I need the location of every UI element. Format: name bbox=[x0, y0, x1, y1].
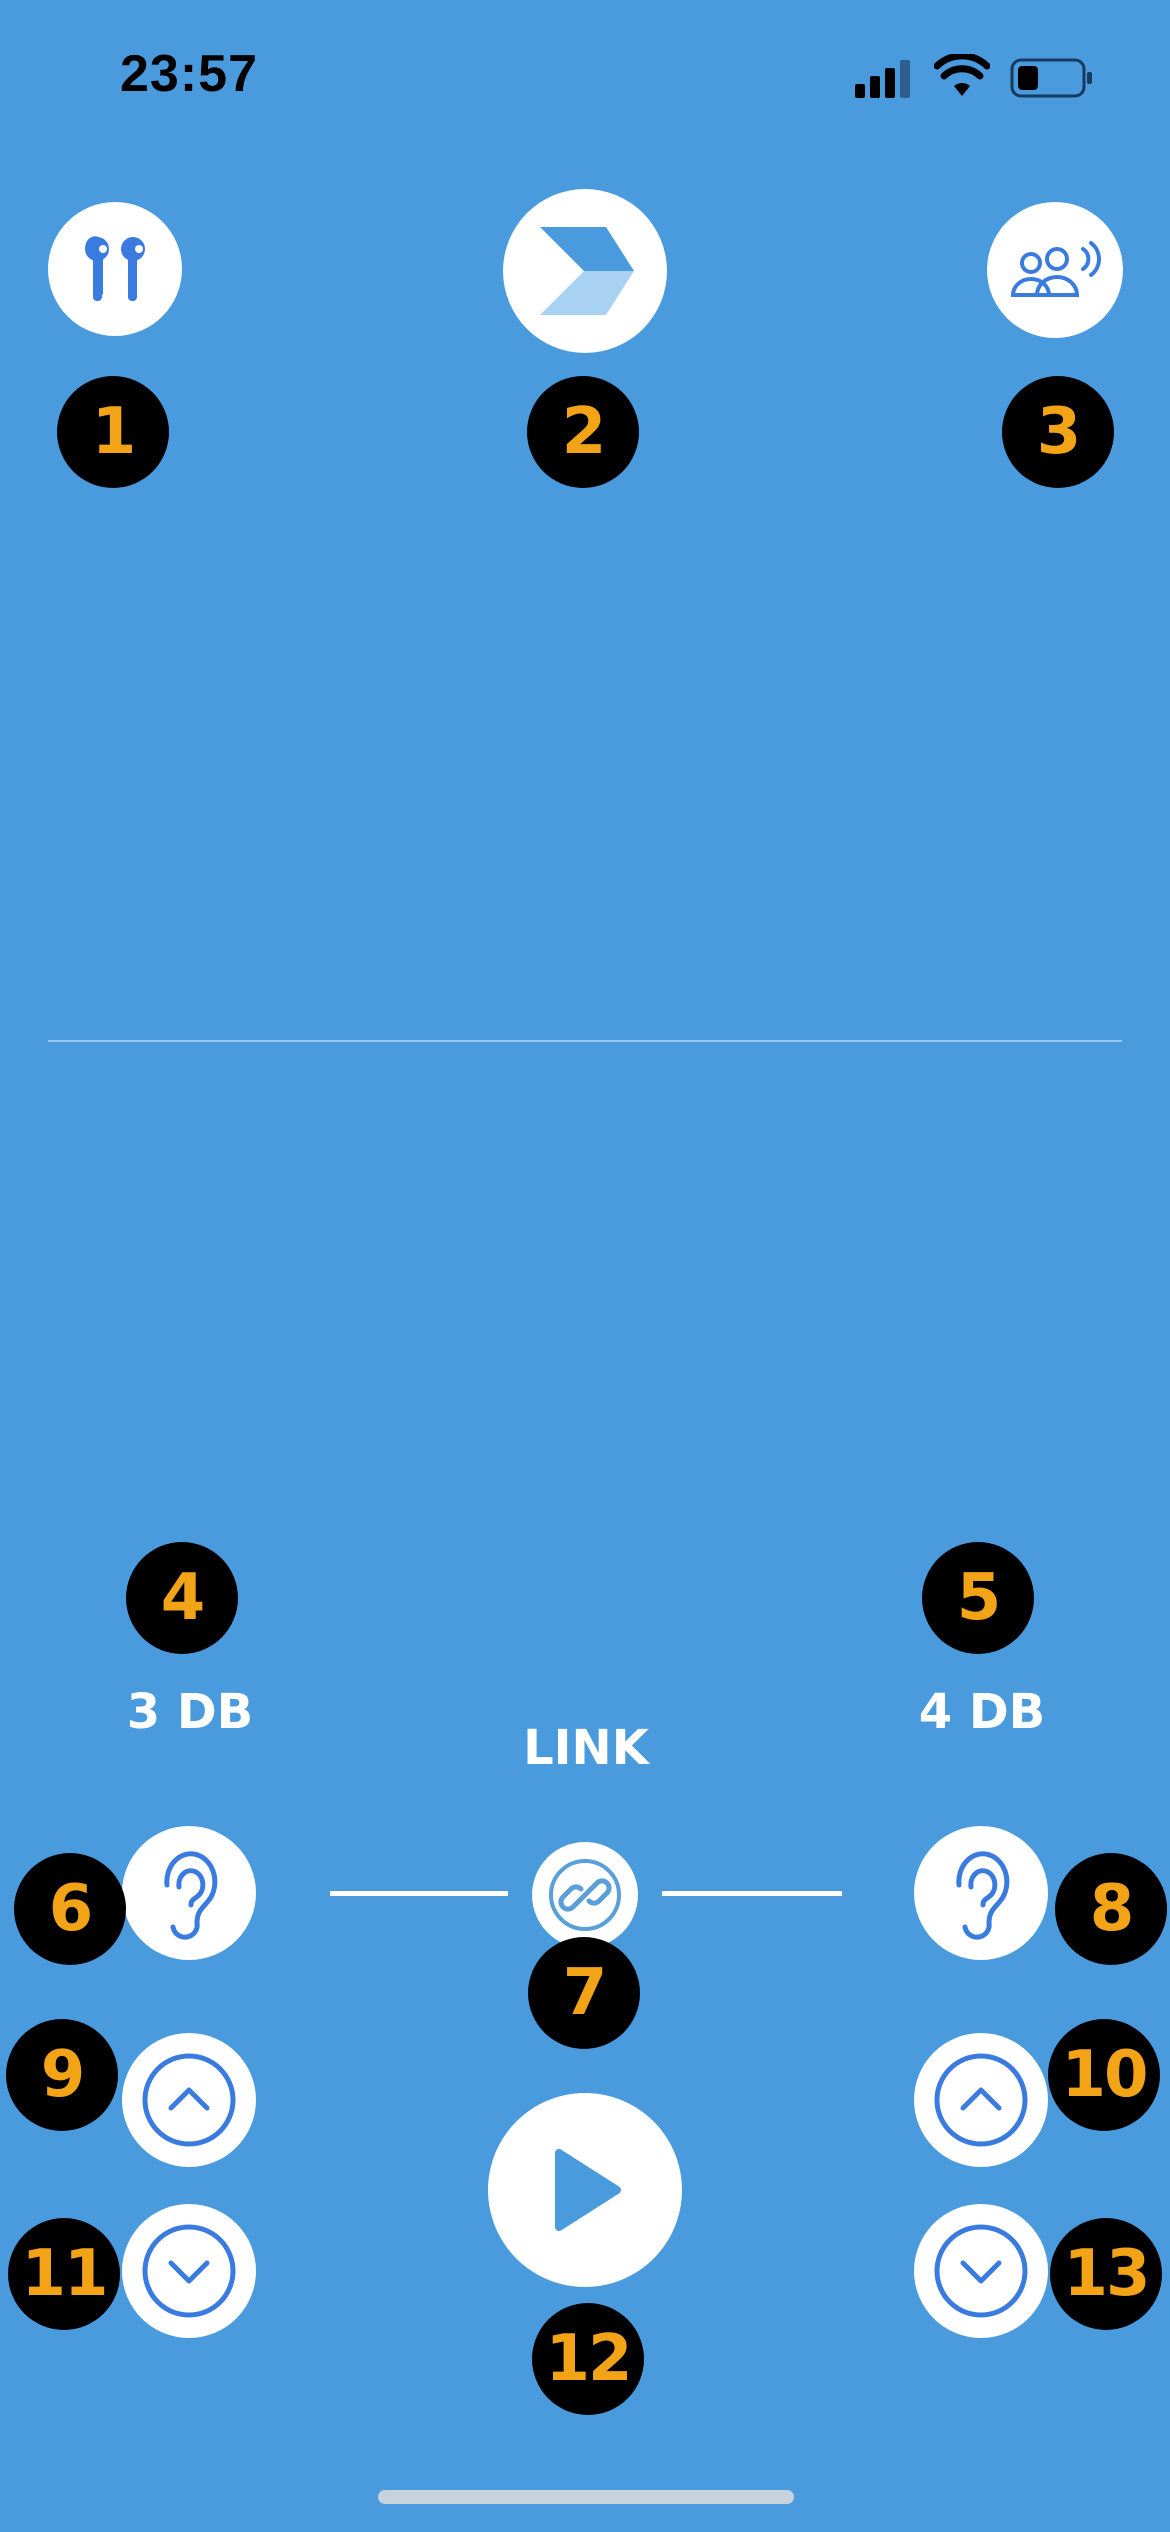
chevron-up-icon bbox=[934, 2053, 1028, 2147]
badge-6: 6 bbox=[14, 1853, 126, 1965]
badge-13: 13 bbox=[1050, 2218, 1162, 2330]
badge-12: 12 bbox=[532, 2303, 644, 2415]
right-link-line bbox=[662, 1891, 842, 1896]
right-volume-down-button[interactable] bbox=[914, 2204, 1048, 2338]
chevron-down-icon bbox=[934, 2224, 1028, 2318]
section-divider bbox=[48, 1040, 1122, 1042]
people-sound-icon bbox=[1010, 241, 1101, 297]
group-audio-button[interactable] bbox=[987, 202, 1123, 338]
cellular-signal-icon bbox=[855, 58, 915, 98]
airpods-button[interactable] bbox=[48, 202, 182, 336]
chevron-up-icon bbox=[142, 2053, 236, 2147]
chevron-logo-icon bbox=[540, 227, 634, 315]
badge-11: 11 bbox=[8, 2218, 120, 2330]
chevron-down-icon bbox=[142, 2224, 236, 2318]
airpods-icon bbox=[85, 236, 145, 301]
badge-9: 9 bbox=[6, 2019, 118, 2131]
ear-icon bbox=[956, 1851, 1010, 1940]
badge-5: 5 bbox=[922, 1542, 1034, 1654]
home-indicator[interactable] bbox=[378, 2490, 794, 2504]
left-db-label: 3 DB bbox=[126, 1684, 254, 1740]
badge-10: 10 bbox=[1048, 2019, 1160, 2131]
left-ear-button[interactable] bbox=[122, 1826, 256, 1960]
play-icon bbox=[555, 2149, 621, 2231]
app-logo-button[interactable] bbox=[503, 189, 667, 353]
ear-icon bbox=[164, 1851, 218, 1940]
link-icon bbox=[549, 1859, 621, 1931]
badge-2: 2 bbox=[527, 376, 639, 488]
right-ear-button[interactable] bbox=[914, 1826, 1048, 1960]
badge-3: 3 bbox=[1002, 376, 1114, 488]
left-link-line bbox=[330, 1891, 508, 1896]
badge-4: 4 bbox=[126, 1542, 238, 1654]
link-label: LINK bbox=[523, 1720, 649, 1776]
badge-7: 7 bbox=[528, 1937, 640, 2049]
right-db-label: 4 DB bbox=[918, 1684, 1046, 1740]
right-volume-up-button[interactable] bbox=[914, 2033, 1048, 2167]
badge-1: 1 bbox=[57, 376, 169, 488]
link-toggle-button[interactable] bbox=[532, 1842, 638, 1948]
play-button[interactable] bbox=[488, 2093, 682, 2287]
badge-8: 8 bbox=[1055, 1853, 1167, 1965]
wifi-icon bbox=[933, 52, 991, 98]
left-volume-down-button[interactable] bbox=[122, 2204, 256, 2338]
left-volume-up-button[interactable] bbox=[122, 2033, 256, 2167]
status-time: 23:57 bbox=[120, 45, 258, 103]
battery-icon bbox=[1010, 58, 1094, 98]
